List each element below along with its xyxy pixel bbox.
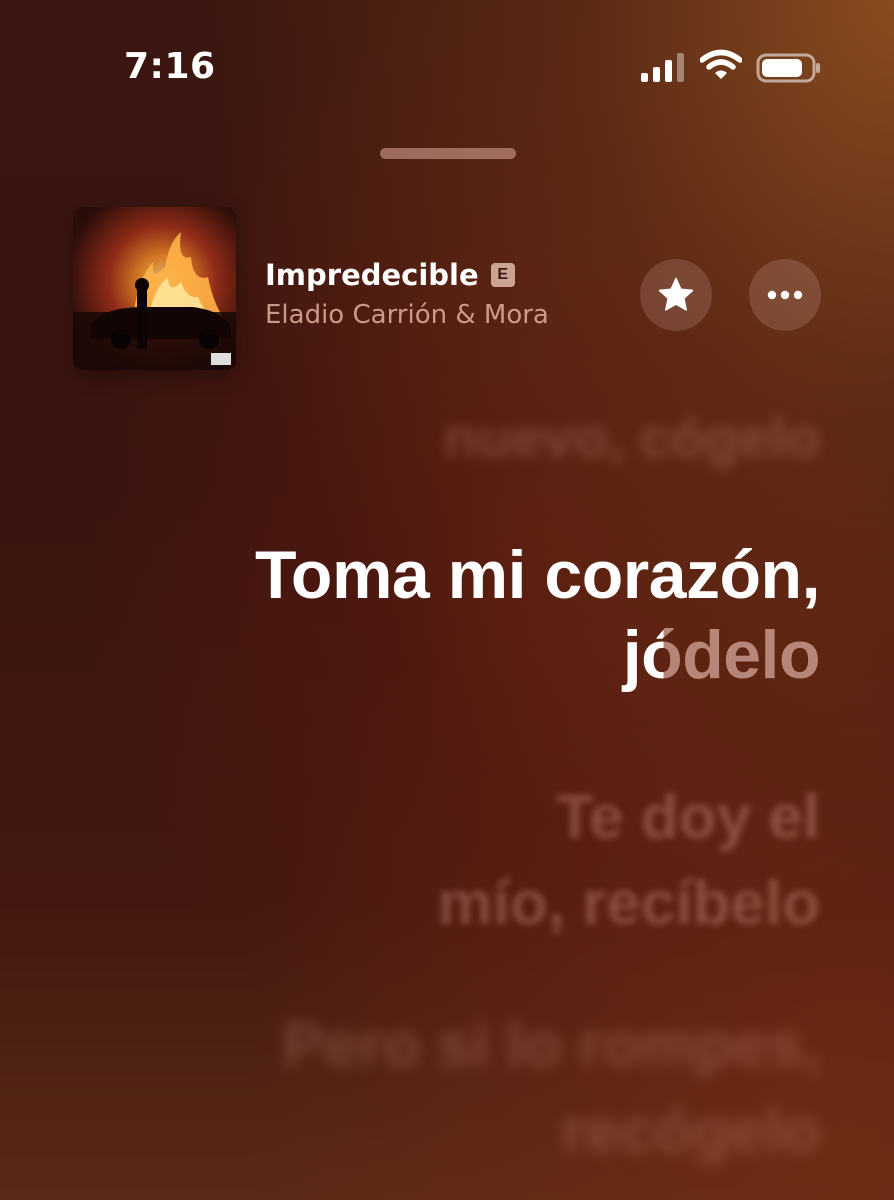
- lyric-line-previous[interactable]: nuevo, cógelo: [444, 404, 821, 471]
- album-artwork[interactable]: [73, 207, 236, 370]
- lyric-text: Toma mi corazón,: [254, 537, 821, 613]
- lyric-text: Pero si lo rompes,: [282, 1011, 820, 1080]
- lyric-text: mío, recíbelo: [437, 868, 820, 938]
- explicit-badge: E: [490, 263, 515, 287]
- lyric-partial-part: ó: [641, 617, 683, 694]
- lyric-sung-part: j: [622, 617, 642, 694]
- lyric-line-next[interactable]: Te doy el mío, recíbelo: [438, 775, 820, 946]
- status-time: 7:16: [124, 46, 216, 87]
- lyric-text: Te doy el: [555, 783, 820, 852]
- lyric-line-current[interactable]: Toma mi corazón, jódelo: [254, 535, 821, 695]
- ellipsis-icon: [767, 290, 803, 300]
- star-icon: [658, 277, 694, 311]
- wifi-icon: [700, 49, 742, 79]
- sheet-grabber[interactable]: [380, 148, 516, 159]
- track-title: Impredecible: [265, 258, 479, 292]
- lyric-text: nuevo, cógelo: [443, 406, 821, 469]
- more-button[interactable]: [749, 259, 821, 331]
- track-title-row[interactable]: Impredecible E: [265, 258, 515, 292]
- lyric-text: recógelo: [561, 1096, 820, 1166]
- lyric-unsung-part: delo: [682, 617, 820, 694]
- lyric-line-following[interactable]: Pero si lo rompes, recógelo: [282, 1003, 820, 1174]
- cellular-signal-icon: [641, 53, 684, 82]
- favorite-button[interactable]: [640, 259, 712, 331]
- battery-icon: [756, 53, 820, 83]
- track-artist[interactable]: Eladio Carrión & Mora: [265, 300, 549, 330]
- lyric-text-progress: jódelo: [255, 615, 821, 695]
